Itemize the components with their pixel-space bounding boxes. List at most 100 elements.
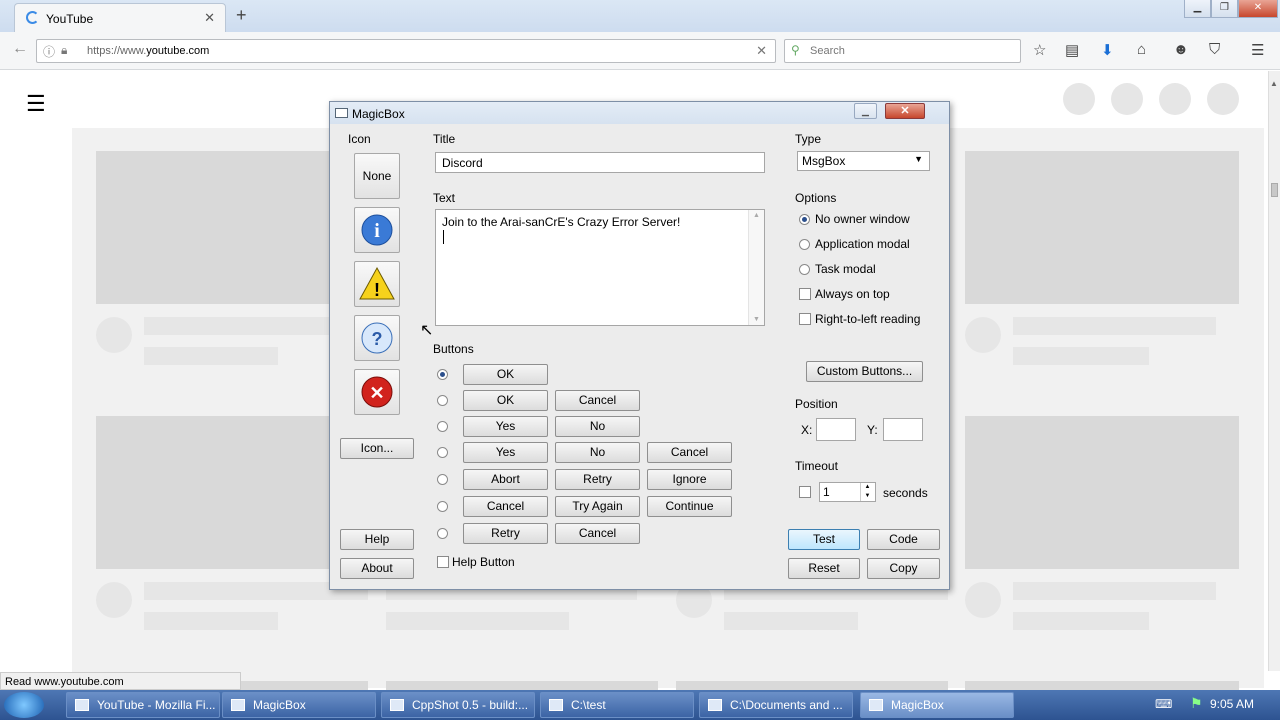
help-button[interactable]: Help (340, 529, 414, 550)
code-button[interactable]: Code (867, 529, 940, 550)
icon-section-label: Icon (348, 132, 371, 146)
app-icon (549, 699, 563, 711)
restore-button[interactable]: ❐ (1211, 0, 1238, 18)
option-radio[interactable] (799, 239, 810, 250)
close-tab-icon[interactable]: ✕ (204, 10, 215, 26)
text-area[interactable]: Join to the Arai-sanCrE's Crazy Error Se… (435, 209, 765, 326)
button-option[interactable]: Retry (463, 523, 548, 544)
button-set-radio[interactable] (437, 501, 448, 512)
option-checkbox[interactable] (799, 313, 811, 325)
option-radio[interactable] (799, 214, 810, 225)
button-option[interactable]: OK (463, 364, 548, 385)
url-prefix: https://www. (87, 45, 147, 57)
new-tab-button[interactable]: + (236, 5, 247, 26)
taskbar-item[interactable]: YouTube - Mozilla Fi... (66, 692, 220, 718)
button-option[interactable]: Retry (555, 469, 640, 490)
options-label: Options (795, 191, 837, 205)
option-checkbox[interactable] (799, 288, 811, 300)
timeout-checkbox[interactable] (799, 486, 811, 498)
position-y-input[interactable] (883, 418, 923, 441)
taskbar-item[interactable]: C:\test (540, 692, 694, 718)
taskbar-clock[interactable]: 9:05 AM (1210, 697, 1254, 711)
button-option[interactable]: No (555, 416, 640, 437)
url-bar[interactable]: ⓘ 🔒︎ https://www.youtube.com ✕ (36, 39, 776, 63)
copy-button[interactable]: Copy (867, 558, 940, 579)
button-option[interactable]: Yes (463, 442, 548, 463)
type-select[interactable]: MsgBox ▼ (797, 151, 930, 171)
home-icon[interactable]: ⌂ (1137, 41, 1146, 58)
title-placeholder (1013, 582, 1216, 600)
button-option[interactable]: Cancel (463, 496, 548, 517)
button-option[interactable]: Ignore (647, 469, 732, 490)
taskbar-item-label: C:\test (571, 698, 606, 712)
reading-list-icon[interactable]: ▤ (1065, 41, 1079, 59)
button-option[interactable]: Cancel (647, 442, 732, 463)
button-option[interactable]: Cancel (555, 523, 640, 544)
scroll-thumb[interactable] (1271, 183, 1278, 197)
text-scrollbar[interactable]: ▲ ▼ (748, 210, 764, 325)
timeout-input[interactable]: 1 ▲ ▼ (819, 482, 876, 502)
network-icon[interactable]: ⚑ (1190, 695, 1203, 712)
download-icon[interactable]: ⬇ (1101, 41, 1114, 59)
reset-button[interactable]: Reset (788, 558, 860, 579)
scroll-up-icon[interactable]: ▲ (1270, 79, 1278, 88)
option-radio[interactable] (799, 264, 810, 275)
dialog-minimize-button[interactable]: ▁ (854, 103, 877, 119)
test-button[interactable]: Test (788, 529, 860, 550)
pocket-icon[interactable]: ⛉ (1209, 41, 1220, 58)
taskbar-item-label: CppShot 0.5 - build:... (412, 698, 529, 712)
position-x-input[interactable] (816, 418, 856, 441)
hamburger-icon[interactable]: ☰ (26, 91, 46, 117)
minimize-button[interactable]: ▁ (1184, 0, 1211, 18)
about-button[interactable]: About (340, 558, 414, 579)
search-placeholder: Search (810, 45, 845, 57)
info-icon[interactable]: ⓘ (43, 43, 55, 60)
button-set-radio[interactable] (437, 369, 448, 380)
button-option[interactable]: Yes (463, 416, 548, 437)
button-option[interactable]: Continue (647, 496, 732, 517)
question-icon-button[interactable]: ? (354, 315, 400, 361)
icon-file-button[interactable]: Icon... (340, 438, 414, 459)
button-set-radio[interactable] (437, 395, 448, 406)
taskbar-item[interactable]: MagicBox (222, 692, 376, 718)
page-scrollbar[interactable]: ▲ (1268, 71, 1280, 671)
bookmark-star-icon[interactable]: ☆ (1033, 41, 1046, 59)
icon-none-button[interactable]: None (354, 153, 400, 199)
option-label: Application modal (815, 237, 910, 251)
button-option[interactable]: OK (463, 390, 548, 411)
button-set-radio[interactable] (437, 421, 448, 432)
navigation-bar: ← ⓘ 🔒︎ https://www.youtube.com ✕ ⚲ Searc… (0, 32, 1280, 70)
button-option[interactable]: Cancel (555, 390, 640, 411)
info-icon-button[interactable]: i (354, 207, 400, 253)
options-list: No owner window Application modal Task mod… (797, 212, 937, 332)
button-option[interactable]: No (555, 442, 640, 463)
scroll-up-icon[interactable]: ▲ (753, 212, 760, 219)
help-button-checkbox[interactable] (437, 556, 449, 568)
button-set-radio[interactable] (437, 528, 448, 539)
button-set-radio[interactable] (437, 474, 448, 485)
taskbar-item[interactable]: C:\Documents and ... (699, 692, 853, 718)
button-set-radio[interactable] (437, 447, 448, 458)
close-window-button[interactable]: ✕ (1238, 0, 1278, 18)
clear-url-icon[interactable]: ✕ (756, 43, 767, 59)
title-input[interactable]: Discord (435, 152, 765, 173)
timeout-spinner[interactable]: ▲ ▼ (860, 483, 874, 501)
taskbar-item[interactable]: MagicBox (860, 692, 1014, 718)
error-icon-button[interactable]: ✕ (354, 369, 400, 415)
tab-youtube[interactable]: YouTube ✕ (14, 3, 226, 32)
button-option[interactable]: Try Again (555, 496, 640, 517)
keyboard-icon[interactable]: ⌨ (1155, 697, 1172, 711)
start-button[interactable] (4, 692, 44, 718)
warning-icon-button[interactable]: ! (354, 261, 400, 307)
chat-icon[interactable]: ☻ (1173, 41, 1189, 58)
app-icon (390, 699, 404, 711)
dialog-title: MagicBox (352, 107, 405, 121)
dialog-close-button[interactable]: ✕ (885, 103, 925, 119)
back-icon[interactable]: ← (12, 40, 28, 58)
scroll-down-icon[interactable]: ▼ (753, 316, 760, 323)
menu-icon[interactable]: ☰ (1251, 41, 1264, 59)
search-input[interactable]: ⚲ Search (784, 39, 1021, 63)
custom-buttons-button[interactable]: Custom Buttons... (806, 361, 923, 382)
taskbar-item[interactable]: CppShot 0.5 - build:... (381, 692, 535, 718)
button-option[interactable]: Abort (463, 469, 548, 490)
